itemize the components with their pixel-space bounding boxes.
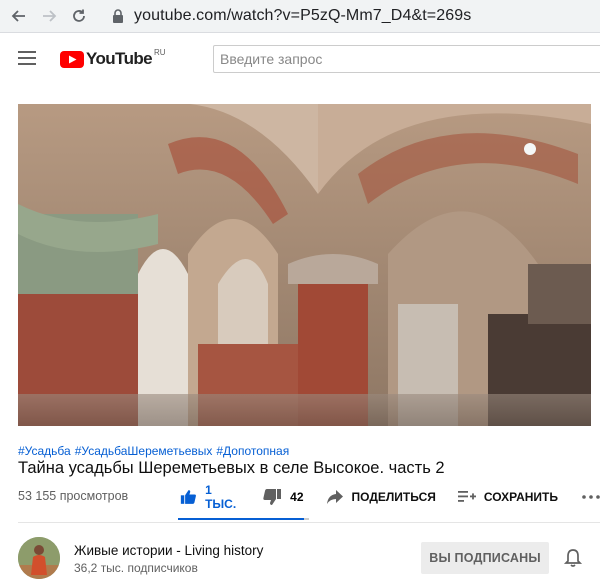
back-arrow-icon[interactable]: [8, 5, 30, 27]
dislike-button[interactable]: 42: [262, 488, 304, 506]
video-frame-image: [18, 104, 591, 426]
browser-toolbar: youtube.com/watch?v=P5zQ-Mm7_D4&t=269s: [0, 0, 600, 33]
hashtag-link[interactable]: #УсадьбаШереметьевых: [75, 444, 213, 458]
search-input[interactable]: Введите запрос: [213, 45, 600, 73]
save-button[interactable]: СОХРАНИТЬ: [457, 490, 558, 504]
more-actions-button[interactable]: [582, 495, 600, 499]
address-bar[interactable]: youtube.com/watch?v=P5zQ-Mm7_D4&t=269s: [100, 3, 600, 29]
youtube-logo[interactable]: YouTube RU: [60, 48, 166, 70]
youtube-header: YouTube RU Введите запрос: [0, 34, 600, 84]
channel-avatar[interactable]: [18, 537, 60, 579]
url-text: youtube.com/watch?v=P5zQ-Mm7_D4&t=269s: [134, 7, 472, 24]
save-label: СОХРАНИТЬ: [483, 490, 558, 504]
lock-icon: [110, 8, 126, 24]
thumbs-down-icon: [263, 489, 282, 505]
share-icon: [326, 490, 343, 504]
divider: [18, 522, 600, 523]
like-count: 1 ТЫС.: [205, 483, 237, 511]
reload-icon[interactable]: [68, 5, 90, 27]
logo-region: RU: [154, 47, 166, 57]
play-logo-icon: [60, 50, 84, 68]
sentiment-bar-fill: [178, 518, 304, 520]
hamburger-menu-icon[interactable]: [18, 51, 36, 65]
video-title: Тайна усадьбы Шереметьевых в селе Высоко…: [18, 459, 445, 477]
logo-text: YouTube: [86, 49, 153, 68]
video-player[interactable]: [18, 104, 591, 426]
avatar-image: [18, 537, 60, 579]
dislike-count: 42: [290, 490, 304, 504]
share-label: ПОДЕЛИТЬСЯ: [351, 490, 436, 504]
sentiment-bar: [178, 518, 309, 520]
subscriber-count: 36,2 тыс. подписчиков: [74, 561, 198, 575]
subscribed-button[interactable]: ВЫ ПОДПИСАНЫ: [421, 542, 549, 574]
search-placeholder: Введите запрос: [220, 51, 323, 67]
hashtag-link[interactable]: #Допотопная: [216, 444, 289, 458]
more-horizontal-icon: [582, 495, 600, 499]
hashtag-link[interactable]: #Усадьба: [18, 444, 71, 458]
channel-name[interactable]: Живые истории - Living history: [74, 543, 263, 558]
thumbs-up-icon: [180, 490, 196, 504]
notification-bell-icon[interactable]: [563, 548, 583, 568]
hashtags: #Усадьба #УсадьбаШереметьевых #Допотопна…: [18, 444, 289, 458]
view-count: 53 155 просмотров: [18, 489, 129, 503]
share-button[interactable]: ПОДЕЛИТЬСЯ: [326, 489, 436, 505]
video-actions: 1 ТЫС. 42 ПОДЕЛИТЬСЯ СОХРАНИТЬ: [180, 483, 600, 511]
forward-arrow-icon[interactable]: [38, 5, 60, 27]
like-button[interactable]: 1 ТЫС.: [180, 483, 240, 511]
playlist-add-icon: [457, 491, 476, 502]
